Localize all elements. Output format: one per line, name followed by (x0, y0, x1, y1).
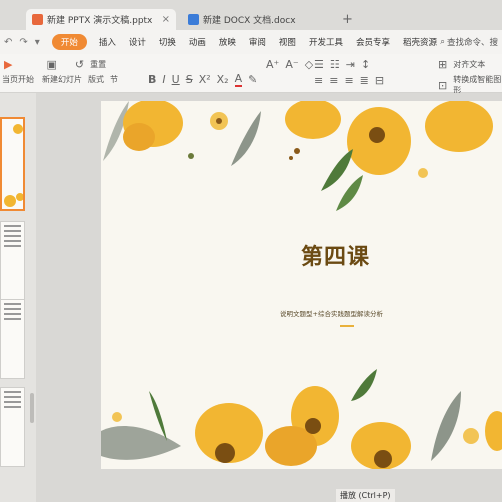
document-tab-docx[interactable]: 新建 DOCX 文档.docx (182, 9, 332, 30)
command-search[interactable]: ⌕ 查找命令、搜 (440, 36, 498, 48)
justify-icon[interactable]: ≣ (360, 74, 369, 87)
slide-group-labels: 当页开始 新建幻灯片 版式 节 (2, 74, 118, 85)
superscript-icon[interactable]: X² (199, 73, 211, 86)
thumbnail-text (4, 401, 21, 403)
align-center-icon[interactable]: ≡ (329, 74, 338, 87)
command-search-label: 查找命令、搜 (446, 38, 498, 48)
close-icon[interactable]: × (162, 14, 170, 25)
slide[interactable]: 第四课 说明文题型+综合实践题型解读分析 (101, 101, 502, 469)
tab-slideshow[interactable]: 放映 (219, 36, 236, 48)
align-right-icon[interactable]: ≡ (344, 74, 353, 87)
thumbnail-text (4, 245, 21, 247)
quick-access: ↶ ↷ ▾ (4, 37, 40, 48)
font-color-icon[interactable]: A (234, 72, 243, 87)
thumbnail-text (4, 303, 21, 305)
distribute-icon[interactable]: ⊟ (375, 74, 384, 87)
tab-member[interactable]: 会员专享 (356, 36, 390, 48)
layout-button[interactable]: 版式 (88, 74, 104, 85)
tab-view[interactable]: 视图 (279, 36, 296, 48)
from-current-button[interactable]: 当页开始 (2, 74, 34, 85)
clear-format-icon[interactable]: ◇ (305, 58, 313, 71)
tooltip: 播放 (Ctrl+P) (336, 489, 395, 502)
thumbnail-text (4, 391, 21, 393)
slide-thumbnail-panel (0, 93, 37, 502)
ribbon-tabs: ↶ ↷ ▾ 开始 插入 设计 切换 动画 放映 审阅 视图 开发工具 会员专享 … (0, 30, 502, 54)
align-left-icon[interactable]: ≡ (314, 74, 323, 87)
tab-review[interactable]: 审阅 (249, 36, 266, 48)
font-size-group: A⁺ A⁻ ◇ (266, 58, 319, 71)
new-tab-icon[interactable]: + (342, 12, 353, 27)
ribbon-toolbar: ▶ ▣ ↺ 重置 当页开始 新建幻灯片 版式 节 B I U S X² X₂ A… (0, 54, 502, 95)
doc-file-icon (188, 14, 199, 25)
text-direction-label: 对齐文本 (453, 60, 486, 69)
text-direction-icon: ⊞ (438, 58, 448, 71)
thumbnail-text (4, 240, 21, 242)
section-button[interactable]: 节 (110, 74, 118, 85)
reset-label[interactable]: 重置 (90, 59, 106, 70)
tab-transitions[interactable]: 切换 (159, 36, 176, 48)
reset-icon[interactable]: ↺ (75, 58, 84, 71)
numbered-list-icon[interactable]: ☷ (330, 58, 340, 71)
increase-font-icon[interactable]: A⁺ (266, 58, 279, 71)
slide-group: ▶ ▣ ↺ 重置 (4, 58, 106, 71)
italic-icon[interactable]: I (162, 73, 165, 86)
document-tab-label: 新建 PPTX 演示文稿.pptx (47, 16, 153, 26)
font-format-group: B I U S X² X₂ A ✎ (148, 72, 263, 87)
thumbnail-text (4, 406, 21, 408)
subscript-icon[interactable]: X₂ (217, 73, 229, 86)
slide-subtitle[interactable]: 说明文题型+综合实践题型解读分析 (280, 308, 383, 318)
ppt-file-icon (32, 14, 43, 25)
align-group: ≡ ≡ ≡ ≣ ⊟ (314, 74, 390, 87)
new-slide-icon[interactable]: ▣ (46, 58, 56, 71)
play-icon[interactable]: ▶ (4, 58, 12, 71)
decrease-font-icon[interactable]: A⁻ (285, 58, 298, 71)
thumbnail-text (4, 396, 21, 398)
chevron-down-icon[interactable]: ▾ (35, 37, 40, 48)
floral-decoration (101, 101, 502, 469)
search-icon: ⌕ (440, 37, 445, 47)
slide-thumbnail-1[interactable] (0, 117, 25, 211)
tab-animations[interactable]: 动画 (189, 36, 206, 48)
underline-icon[interactable]: U (172, 73, 180, 86)
thumbnail-text (4, 318, 21, 320)
slide-thumbnail-2[interactable] (0, 221, 25, 301)
slide-thumbnail-4[interactable] (0, 387, 25, 467)
thumbnail-text (4, 225, 21, 227)
tab-developer[interactable]: 开发工具 (309, 36, 343, 48)
redo-icon[interactable]: ↷ (19, 37, 27, 48)
thumbnail-text (4, 313, 21, 315)
slide-title[interactable]: 第四课 (301, 239, 370, 271)
tab-home[interactable]: 开始 (51, 34, 87, 50)
thumbnail-scrollbar[interactable] (30, 393, 34, 423)
document-tab-label: 新建 DOCX 文档.docx (203, 16, 296, 26)
bold-icon[interactable]: B (148, 73, 156, 86)
thumbnail-text (4, 230, 21, 232)
text-direction-group[interactable]: ⊞ 对齐文本 (438, 58, 485, 71)
accent-divider (340, 325, 354, 327)
thumbnail-flowers-icon (4, 124, 24, 207)
strikethrough-icon[interactable]: S (186, 73, 193, 86)
thumbnail-text (4, 235, 21, 237)
slide-thumbnail-3[interactable] (0, 299, 25, 379)
bullet-list-icon[interactable]: ☰ (314, 58, 324, 71)
thumbnail-text (4, 308, 21, 310)
new-slide-button[interactable]: 新建幻灯片 (42, 74, 82, 85)
tab-insert[interactable]: 插入 (99, 36, 116, 48)
paragraph-group: ☰ ☷ ⇥ ↕ (314, 58, 376, 71)
document-tab-pptx[interactable]: 新建 PPTX 演示文稿.pptx × (26, 9, 176, 30)
smartart-icon: ⊡ (438, 78, 448, 92)
line-spacing-icon[interactable]: ↕ (361, 58, 370, 71)
tab-resources[interactable]: 稻壳资源 (403, 36, 437, 48)
tab-design[interactable]: 设计 (129, 36, 146, 48)
undo-icon[interactable]: ↶ (4, 37, 12, 48)
tab-bar: 新建 PPTX 演示文稿.pptx × 新建 DOCX 文档.docx + (0, 0, 502, 30)
indent-icon[interactable]: ⇥ (346, 58, 355, 71)
highlight-icon[interactable]: ✎ (248, 73, 257, 86)
